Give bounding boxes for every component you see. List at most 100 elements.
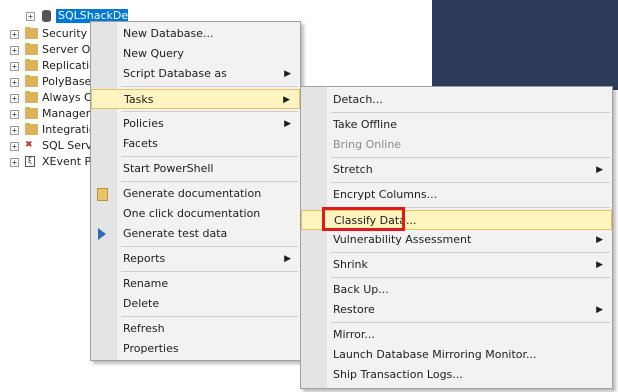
menu-item-ship-transaction-logs[interactable]: Ship Transaction Logs... bbox=[301, 365, 612, 385]
tree-node-polybase[interactable]: + PolyBase bbox=[0, 75, 100, 91]
folder-icon bbox=[25, 59, 38, 71]
menu-item-policies[interactable]: Policies ▶ bbox=[91, 114, 300, 134]
expand-icon[interactable]: + bbox=[10, 78, 19, 87]
menu-item-new-query[interactable]: New Query bbox=[91, 44, 300, 64]
menu-item-label: New Database... bbox=[123, 27, 214, 40]
tree-node-label: Replicatio bbox=[42, 59, 96, 72]
menu-item-label: Generate documentation bbox=[123, 187, 262, 200]
tree-node-replication[interactable]: + Replicatio bbox=[0, 59, 100, 75]
agent-icon: ✖ bbox=[25, 140, 33, 150]
tree-node-always-on[interactable]: + Always Or bbox=[0, 91, 100, 107]
menu-separator bbox=[121, 181, 298, 182]
menu-item-label: Detach... bbox=[333, 93, 383, 106]
menu-item-label: Tasks bbox=[124, 93, 154, 106]
highlight-callout bbox=[322, 207, 405, 231]
folder-icon bbox=[25, 75, 38, 87]
expand-icon[interactable]: + bbox=[10, 110, 19, 119]
background-window-panel bbox=[432, 0, 618, 90]
menu-item-script-database-as[interactable]: Script Database as ▶ bbox=[91, 64, 300, 84]
menu-item-reports[interactable]: Reports ▶ bbox=[91, 249, 300, 269]
menu-separator bbox=[331, 252, 610, 253]
menu-item-properties[interactable]: Properties bbox=[91, 339, 300, 359]
database-context-menu: New Database... New Query Script Databas… bbox=[90, 21, 301, 361]
tree-node-server-objects[interactable]: + Server Obj bbox=[0, 43, 100, 59]
menu-separator bbox=[121, 316, 298, 317]
menu-item-rename[interactable]: Rename bbox=[91, 274, 300, 294]
menu-separator bbox=[121, 246, 298, 247]
menu-item-facets[interactable]: Facets bbox=[91, 134, 300, 154]
expand-icon[interactable]: + bbox=[10, 142, 19, 151]
menu-item-label: Take Offline bbox=[333, 118, 397, 131]
chevron-right-icon: ▶ bbox=[284, 69, 291, 79]
menu-item-take-offline[interactable]: Take Offline bbox=[301, 115, 612, 135]
expand-icon[interactable]: + bbox=[26, 12, 35, 21]
tree-node-label: Security bbox=[42, 27, 88, 40]
menu-item-mirror[interactable]: Mirror... bbox=[301, 325, 612, 345]
menu-separator bbox=[121, 156, 298, 157]
menu-item-launch-mirroring-monitor[interactable]: Launch Database Mirroring Monitor... bbox=[301, 345, 612, 365]
menu-item-bring-online: Bring Online bbox=[301, 135, 612, 155]
menu-item-shrink[interactable]: Shrink ▶ bbox=[301, 255, 612, 275]
menu-item-start-powershell[interactable]: Start PowerShell bbox=[91, 159, 300, 179]
tree-node-label: Always Or bbox=[42, 91, 98, 104]
menu-item-label: Script Database as bbox=[123, 67, 227, 80]
menu-item-delete[interactable]: Delete bbox=[91, 294, 300, 314]
folder-icon bbox=[25, 123, 38, 135]
tasks-submenu: Detach... Take Offline Bring Online Stre… bbox=[300, 86, 613, 389]
expand-icon[interactable]: + bbox=[10, 94, 19, 103]
tree-node-xevent-profiler[interactable]: + ξ XEvent Pro bbox=[0, 155, 100, 171]
menu-item-tasks[interactable]: Tasks ▶ bbox=[91, 89, 300, 109]
menu-item-refresh[interactable]: Refresh bbox=[91, 319, 300, 339]
menu-separator bbox=[331, 112, 610, 113]
expand-icon[interactable]: + bbox=[10, 126, 19, 135]
tree-node-label: PolyBase bbox=[42, 75, 92, 88]
profiler-icon: ξ bbox=[25, 156, 35, 167]
menu-item-stretch[interactable]: Stretch ▶ bbox=[301, 160, 612, 180]
menu-item-label: Shrink bbox=[333, 258, 368, 271]
chevron-right-icon: ▶ bbox=[284, 254, 291, 264]
menu-item-label: Mirror... bbox=[333, 328, 375, 341]
chevron-right-icon: ▶ bbox=[283, 95, 290, 105]
menu-item-restore[interactable]: Restore ▶ bbox=[301, 300, 612, 320]
menu-separator bbox=[121, 86, 298, 87]
menu-item-back-up[interactable]: Back Up... bbox=[301, 280, 612, 300]
menu-item-label: Policies bbox=[123, 117, 164, 130]
menu-item-label: Refresh bbox=[123, 322, 165, 335]
expand-icon[interactable]: + bbox=[10, 62, 19, 71]
menu-item-one-click-documentation[interactable]: One click documentation bbox=[91, 204, 300, 224]
chevron-right-icon: ▶ bbox=[596, 305, 603, 315]
database-icon bbox=[42, 10, 51, 22]
tree-node-security[interactable]: + Security bbox=[0, 27, 100, 43]
tree-node-integration[interactable]: + Integratio bbox=[0, 123, 100, 139]
menu-item-label: Restore bbox=[333, 303, 375, 316]
menu-item-encrypt-columns[interactable]: Encrypt Columns... bbox=[301, 185, 612, 205]
menu-item-new-database[interactable]: New Database... bbox=[91, 24, 300, 44]
expand-icon[interactable]: + bbox=[10, 46, 19, 55]
menu-separator bbox=[331, 277, 610, 278]
folder-icon bbox=[25, 107, 38, 119]
play-icon bbox=[98, 228, 106, 240]
menu-separator bbox=[121, 111, 298, 112]
menu-item-label: Launch Database Mirroring Monitor... bbox=[333, 348, 537, 361]
menu-item-label: Start PowerShell bbox=[123, 162, 214, 175]
menu-separator bbox=[331, 182, 610, 183]
menu-item-label: Bring Online bbox=[333, 138, 402, 151]
menu-item-detach[interactable]: Detach... bbox=[301, 90, 612, 110]
chevron-right-icon: ▶ bbox=[596, 260, 603, 270]
tree-node-management[interactable]: + Managem bbox=[0, 107, 100, 123]
expand-icon[interactable]: + bbox=[10, 158, 19, 167]
menu-separator bbox=[331, 322, 610, 323]
menu-item-vulnerability-assessment[interactable]: Vulnerability Assessment ▶ bbox=[301, 230, 612, 250]
menu-item-generate-test-data[interactable]: Generate test data bbox=[91, 224, 300, 244]
menu-item-label: Rename bbox=[123, 277, 169, 290]
menu-item-generate-documentation[interactable]: Generate documentation bbox=[91, 184, 300, 204]
menu-separator bbox=[331, 157, 610, 158]
menu-item-label: Delete bbox=[123, 297, 160, 310]
menu-item-label: Back Up... bbox=[333, 283, 389, 296]
menu-item-label: Ship Transaction Logs... bbox=[333, 368, 463, 381]
tree-node-sql-server-agent[interactable]: + ✖ SQL Serve bbox=[0, 139, 100, 155]
chevron-right-icon: ▶ bbox=[596, 165, 603, 175]
expand-icon[interactable]: + bbox=[10, 30, 19, 39]
menu-item-label: Reports bbox=[123, 252, 166, 265]
folder-icon bbox=[25, 43, 38, 55]
